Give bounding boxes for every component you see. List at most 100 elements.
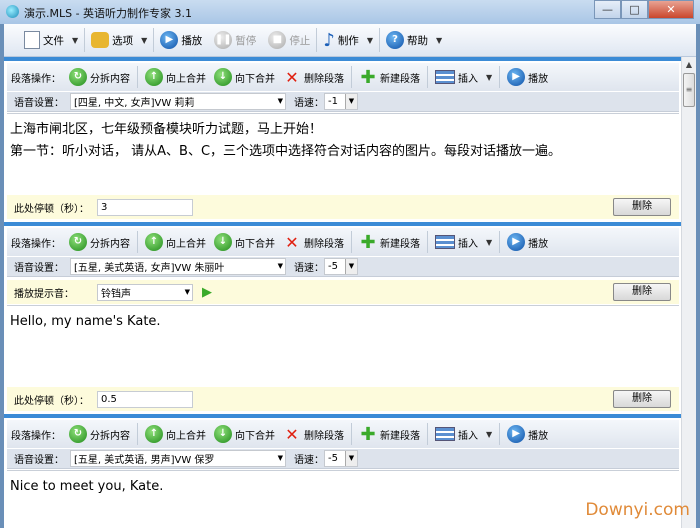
voice-select[interactable]: [四星, 中文, 女声]VW 莉莉 ▼ [70,93,286,110]
play-prompt-icon[interactable]: ▶ [202,285,212,300]
stop-button[interactable]: ■ 停止 [262,27,316,53]
options-icon [91,32,110,48]
pause-button[interactable]: ❚❚ 暂停 [208,27,262,53]
merge-up-button[interactable]: ↑ 向上合并 [141,68,210,86]
chevron-down-icon: ▼ [277,454,283,462]
merge-up-button[interactable]: ↑ 向上合并 [141,233,210,251]
split-button[interactable]: ↻ 分拆内容 [65,425,134,443]
music-note-icon: ♪ [323,29,335,51]
title-bar: 演示.MLS - 英语听力制作专家 3.1 — □ ✕ [0,0,700,24]
delete-prompt-button[interactable]: 删除 [613,283,671,301]
paragraph-play-button[interactable]: ▶ 播放 [503,425,552,443]
delete-x-icon: ✕ [285,232,299,252]
paragraph-play-button[interactable]: ▶ 播放 [503,233,552,251]
play-button[interactable]: ▶ 播放 [154,27,208,53]
paragraph-ops-toolbar: 段落操作： ↻ 分拆内容 ↑ 向上合并 ↓ 向下合并 ✕ 删除段落 ✚ 新建段落 插入 ▼ … [7,228,679,256]
merge-down-button[interactable]: ↓ 向下合并 [210,425,279,443]
arrow-down-icon: ↓ [214,233,232,251]
paragraph-ops-toolbar: 段落操作： ↻ 分拆内容 ↑ 向上合并 ↓ 向下合并 ✕ 删除段落 ✚ 新建段落 插入 ▼ … [7,63,679,91]
pause-seconds-input[interactable]: 3 [97,198,193,216]
insert-icon [435,427,455,441]
insert-icon [435,235,455,249]
insert-button[interactable]: 插入 ▼ [431,235,496,250]
paragraph-text-area[interactable]: Hello, my name's Kate. [7,305,679,385]
pause-seconds-input[interactable]: 0.5 [97,390,193,408]
insert-button[interactable]: 插入 ▼ [431,427,496,442]
chevron-down-icon: ▼ [141,35,148,45]
stop-icon: ■ [268,31,287,49]
new-paragraph-button[interactable]: ✚ 新建段落 [355,232,424,253]
speed-select[interactable]: -5 ▼ [324,450,358,467]
delete-pause-button[interactable]: 删除 [613,390,671,408]
vertical-scrollbar[interactable]: ▲ ≡ [681,57,696,528]
new-paragraph-button[interactable]: ✚ 新建段落 [355,67,424,88]
pause-row: 此处停顿（秒）： 0.5 删除 [7,387,679,411]
chevron-down-icon: ▼ [486,237,493,247]
redo-arrow-icon: ↻ [69,68,87,86]
window-title: 演示.MLS - 英语听力制作专家 3.1 [24,7,193,20]
paragraph-list: 段落操作： ↻ 分拆内容 ↑ 向上合并 ↓ 向下合并 ✕ 删除段落 ✚ 新建段落 插入 ▼ … [4,57,681,528]
paragraph-text-area[interactable]: Nice to meet you, Kate. [7,470,679,528]
app-icon [6,5,19,18]
new-paragraph-button[interactable]: ✚ 新建段落 [355,424,424,445]
minimize-button[interactable]: — [594,0,621,19]
options-menu-button[interactable]: 选项 ▼ [85,27,153,53]
chevron-down-icon: ▼ [184,287,190,296]
split-button[interactable]: ↻ 分拆内容 [65,233,134,251]
split-button[interactable]: ↻ 分拆内容 [65,68,134,86]
speed-select[interactable]: -5 ▼ [324,258,358,275]
chevron-down-icon: ▼ [345,94,357,109]
delete-pause-button[interactable]: 删除 [613,198,671,216]
pause-row: 此处停顿（秒）： 3 删除 [7,195,679,219]
play-icon: ▶ [507,68,526,86]
help-icon: ? [385,31,404,49]
delete-x-icon: ✕ [285,67,299,87]
maximize-button[interactable]: □ [621,0,648,19]
make-menu-button[interactable]: ♪ 制作 ▼ [317,27,379,53]
pause-icon: ❚❚ [214,31,233,49]
arrow-up-icon: ↑ [145,425,163,443]
merge-up-button[interactable]: ↑ 向上合并 [141,425,210,443]
paragraph-ops-toolbar: 段落操作： ↻ 分拆内容 ↑ 向上合并 ↓ 向下合并 ✕ 删除段落 ✚ 新建段落 插入 ▼ … [7,420,679,448]
help-menu-button[interactable]: ? 帮助 ▼ [380,27,448,53]
chevron-down-icon: ▼ [366,35,373,45]
plus-icon: ✚ [360,231,376,253]
redo-arrow-icon: ↻ [69,425,87,443]
speed-select[interactable]: -1 ▼ [324,93,358,110]
chevron-down-icon: ▼ [486,429,493,439]
document-icon [24,31,40,49]
chevron-down-icon: ▼ [277,97,283,105]
delete-paragraph-button[interactable]: ✕ 删除段落 [279,233,348,252]
file-menu-button[interactable]: 文件 ▼ [18,27,84,53]
merge-down-button[interactable]: ↓ 向下合并 [210,233,279,251]
close-button[interactable]: ✕ [648,0,694,19]
insert-icon [435,70,455,84]
arrow-down-icon: ↓ [214,425,232,443]
plus-icon: ✚ [360,66,376,88]
paragraph-text-area[interactable]: 上海市闸北区，七年级预备模块听力试题，马上开始！ 第一节：听小对话， 请从A、B… [7,113,679,193]
chevron-down-icon: ▼ [435,35,443,45]
delete-paragraph-button[interactable]: ✕ 删除段落 [279,425,348,444]
voice-select[interactable]: [五星, 美式英语, 女声]VW 朱丽叶 ▼ [70,258,286,275]
merge-down-button[interactable]: ↓ 向下合并 [210,68,279,86]
insert-button[interactable]: 插入 ▼ [431,70,496,85]
voice-select[interactable]: [五星, 美式英语, 男声]VW 保罗 ▼ [70,450,286,467]
delete-paragraph-button[interactable]: ✕ 删除段落 [279,68,348,87]
paragraph-play-button[interactable]: ▶ 播放 [503,68,552,86]
scrollbar-thumb[interactable]: ≡ [683,73,695,107]
prompt-sound-select[interactable]: 铃铛声 ▼ [97,283,193,301]
play-icon: ▶ [160,31,179,49]
plus-icon: ✚ [360,423,376,445]
chevron-down-icon: ▼ [486,72,493,82]
watermark-logo: Downyi.com [585,500,690,520]
prompt-sound-row: 播放提示音： 铃铛声 ▼ ▶ 删除 [7,280,679,304]
scroll-up-arrow-icon[interactable]: ▲ [682,57,696,73]
chevron-down-icon: ▼ [72,35,79,45]
redo-arrow-icon: ↻ [69,233,87,251]
voice-settings-row: 语音设置： [五星, 美式英语, 男声]VW 保罗 ▼ 语速： -5 ▼ [7,449,679,469]
play-icon: ▶ [507,425,526,443]
chevron-down-icon: ▼ [277,262,283,270]
chevron-down-icon: ▼ [345,259,357,274]
voice-settings-row: 语音设置： [五星, 美式英语, 女声]VW 朱丽叶 ▼ 语速： -5 ▼ [7,257,679,277]
voice-settings-row: 语音设置： [四星, 中文, 女声]VW 莉莉 ▼ 语速： -1 ▼ [7,92,679,112]
